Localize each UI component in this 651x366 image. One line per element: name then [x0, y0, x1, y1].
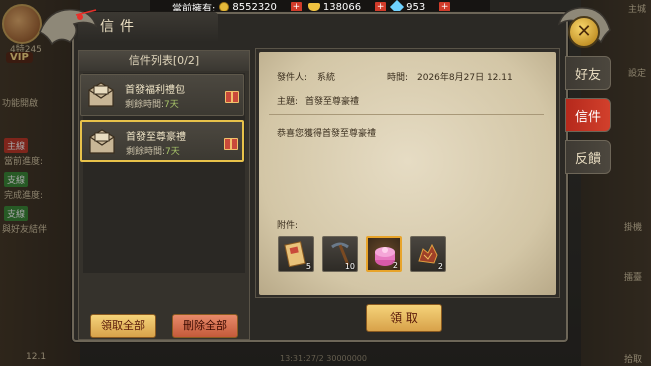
envelope-icon [88, 82, 114, 107]
game-screen: 4特245 VIP 功能開啟 主線 當前進度: 支線 完成進度: 支線 與好友結… [0, 0, 651, 366]
close-button[interactable]: ✕ [568, 16, 600, 48]
ingot-resource: 138066 [307, 1, 362, 13]
time-label: 剩餘時間: [125, 100, 165, 110]
attachment-slot[interactable]: 2 [410, 236, 446, 272]
mail-item-title: 首發至尊豪禮 [126, 132, 186, 143]
time-value: 7天 [165, 147, 180, 157]
subject-value: 首發至尊豪禮 [305, 97, 360, 107]
envelope-icon [89, 129, 115, 154]
time-label: 剩餘時間: [126, 147, 166, 157]
add-extra-button[interactable]: + [439, 1, 451, 13]
dragon-ornament-icon [39, 8, 98, 46]
mail-item-welfare[interactable]: 首發福利禮包 剩餘時間:7天 [80, 74, 244, 116]
claim-all-button[interactable]: 領取全部 [90, 314, 156, 338]
tab-feedback[interactable]: 反饋 [565, 140, 611, 174]
gift-box-icon [224, 138, 238, 150]
divider [269, 114, 544, 115]
scroll-card-icon [284, 241, 306, 267]
attachments-label: 附件: [277, 221, 299, 231]
mail-item-time: 剩餘時間:7天 [125, 97, 179, 110]
tab-mail[interactable]: 信件 [565, 98, 611, 132]
delete-all-button[interactable]: 刪除全部 [172, 314, 238, 338]
attachment-count: 2 [392, 261, 398, 270]
attachment-slot[interactable]: 10 [322, 236, 358, 272]
ingot-amount: 138066 [322, 1, 362, 13]
add-diamond-button[interactable]: + [375, 1, 387, 13]
ingot-icon [307, 3, 320, 11]
mail-item-time: 剩餘時間:7天 [126, 144, 180, 157]
gold-coin-icon [219, 2, 230, 12]
gold-amount: 8552320 [232, 1, 277, 13]
add-ingot-button[interactable]: + [290, 1, 302, 13]
attachment-slot[interactable]: 5 [278, 236, 314, 272]
mail-item-supreme[interactable]: 首發至尊豪禮 剩餘時間:7天 [80, 120, 244, 162]
tab-friends[interactable]: 好友 [565, 56, 611, 90]
red-ore-icon [418, 243, 438, 264]
mail-list-header: 信件列表[0/2] [79, 51, 249, 71]
gold-resource: 8552320 [219, 2, 277, 13]
diamond-amount: 953 [406, 1, 426, 13]
attachment-count: 5 [305, 262, 311, 271]
attachment-count: 10 [344, 262, 355, 271]
window-title: 信件 [100, 19, 140, 35]
time-label: 時間: [387, 73, 409, 83]
gift-box-icon [225, 91, 239, 103]
attachment-count: 2 [437, 262, 443, 271]
time-value: 7天 [164, 100, 179, 110]
sender-label: 發件人: [277, 73, 308, 83]
time-value: 2026年8月27日 12.11 [417, 73, 513, 83]
claim-button[interactable]: 領 取 [366, 304, 442, 332]
mail-body: 恭喜您獲得首發至尊豪禮 [277, 129, 377, 139]
close-icon: ✕ [576, 21, 592, 42]
attachment-slot-highlighted[interactable]: 2 [366, 236, 402, 272]
subject-label: 主題: [277, 97, 299, 107]
sender-value: 系統 [317, 73, 336, 83]
mail-item-title: 首發福利禮包 [125, 85, 185, 96]
diamond-resource: 953 [390, 0, 426, 15]
